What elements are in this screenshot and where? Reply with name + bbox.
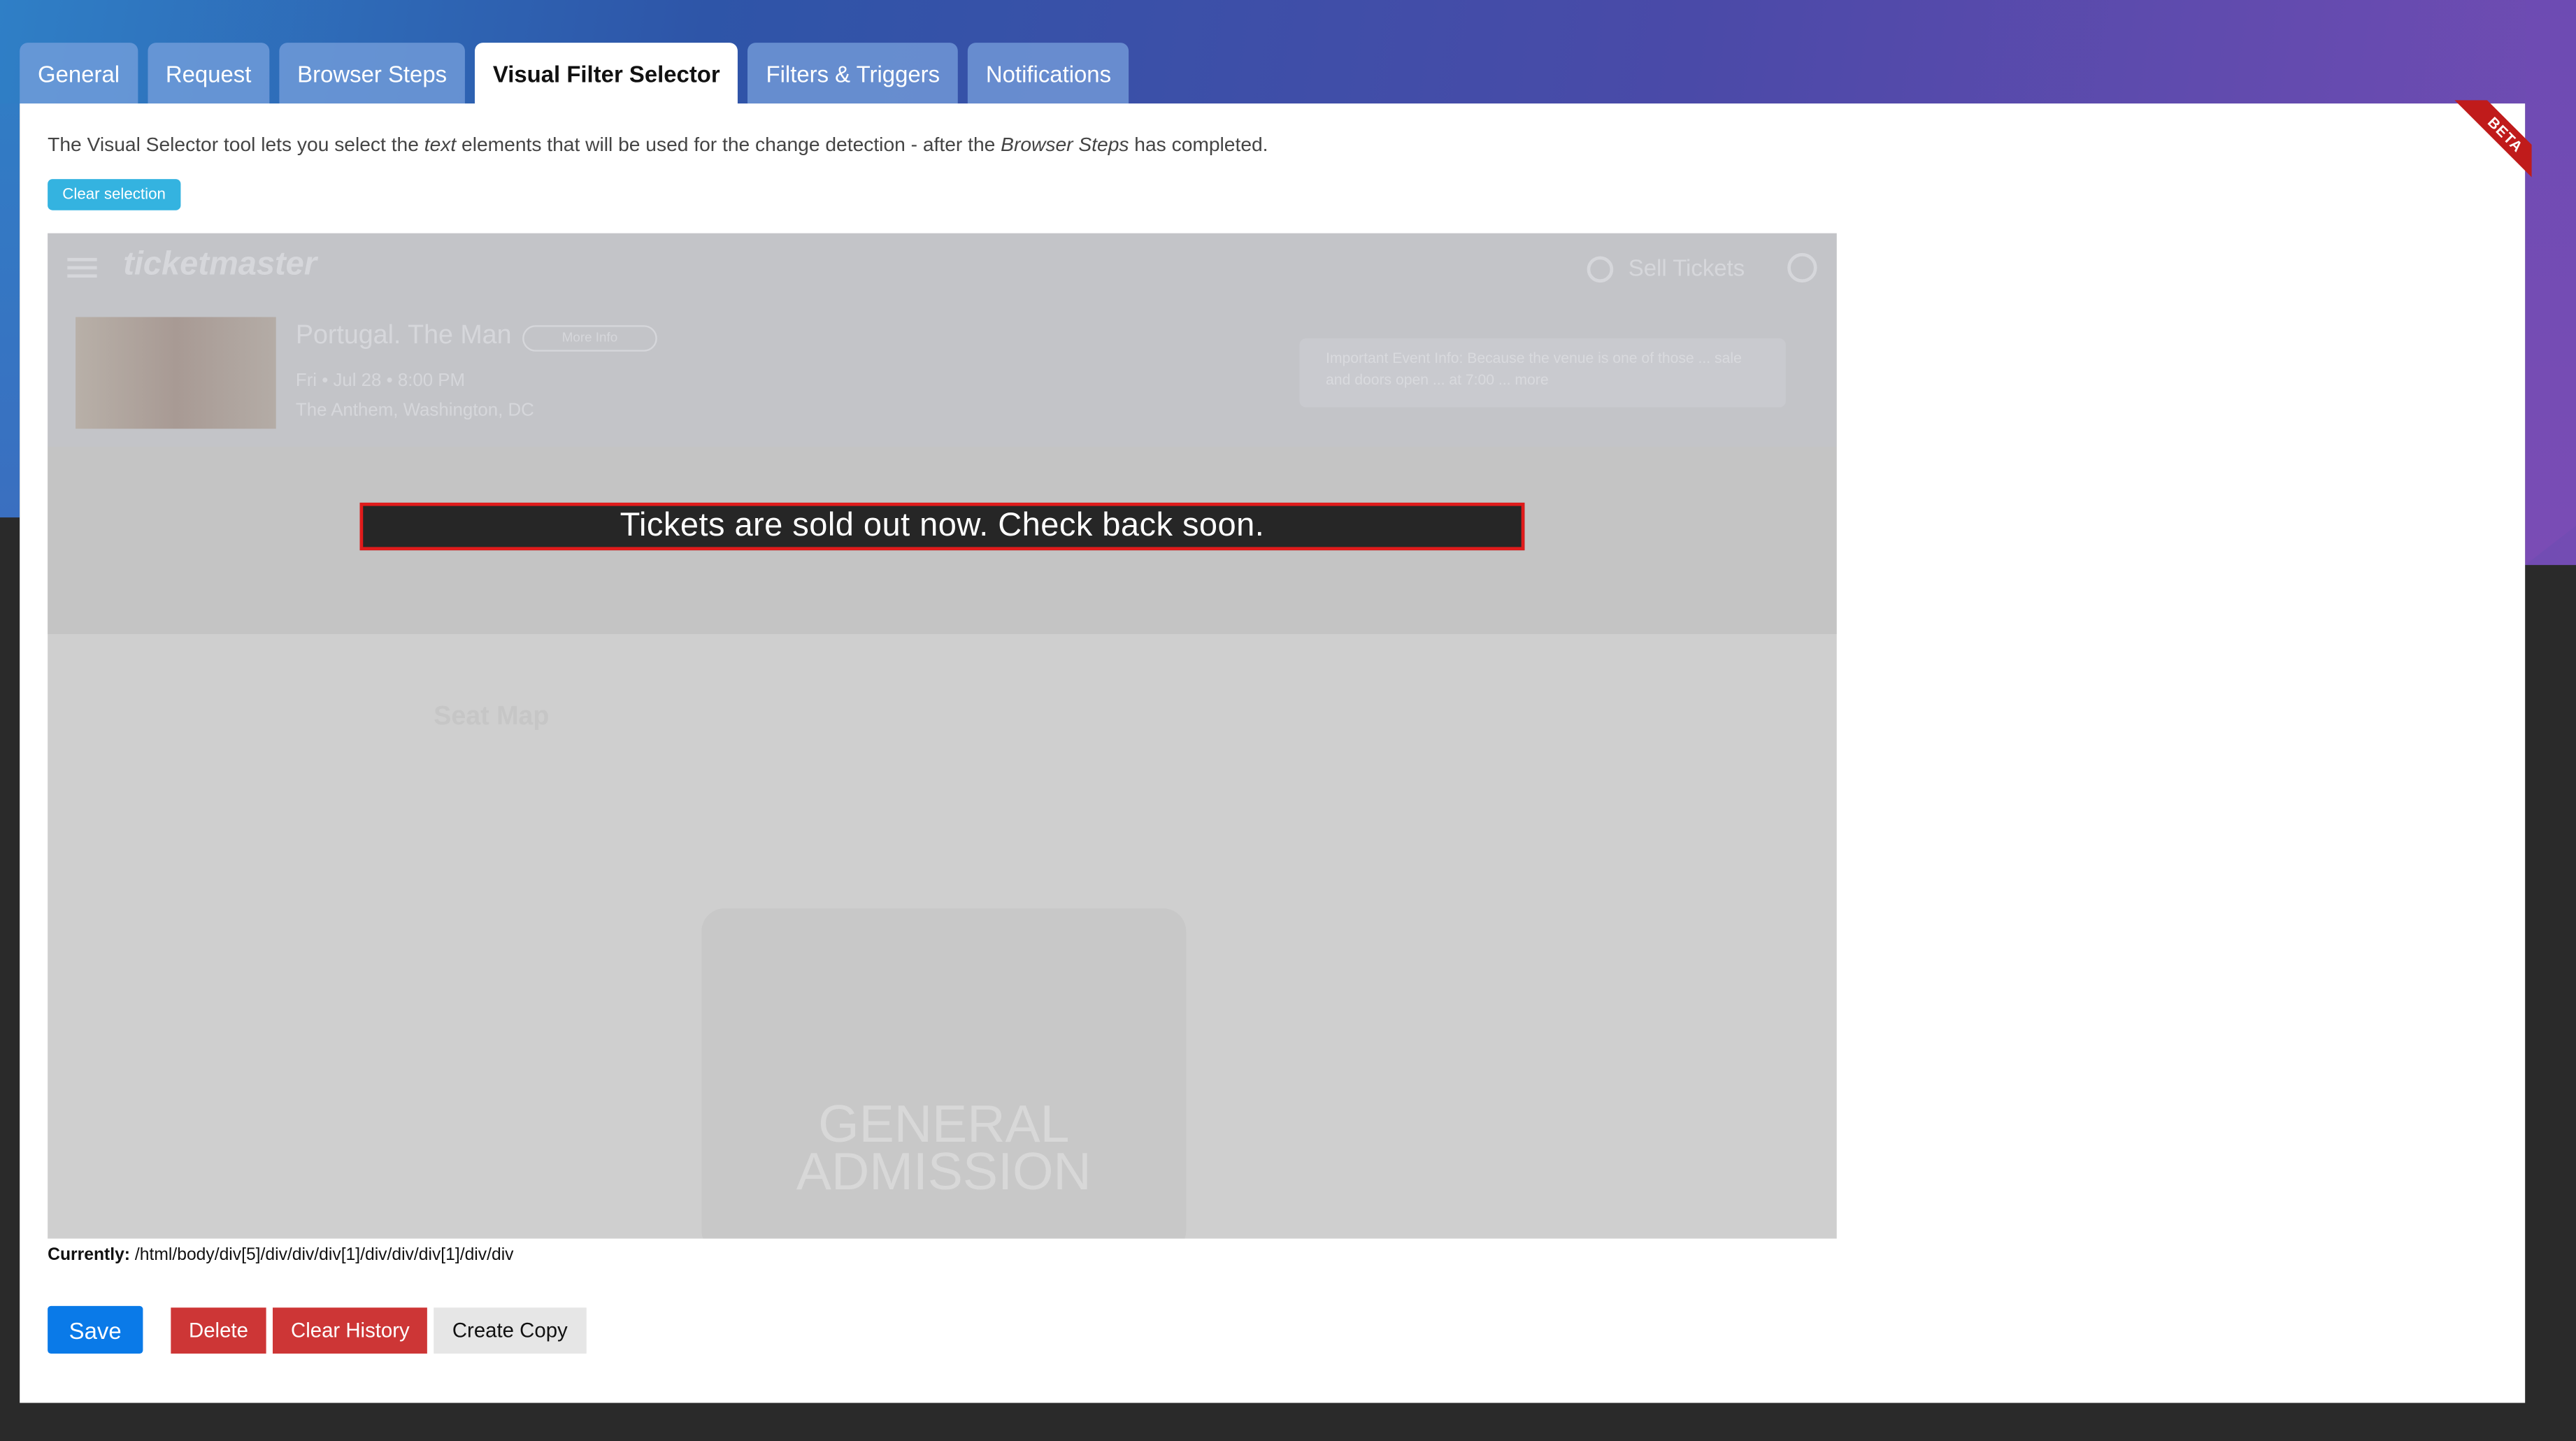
seat-map-heading: Seat Map: [434, 703, 550, 731]
event-title: Portugal. The Man: [295, 322, 512, 350]
ticketmaster-logo: ticketmaster: [123, 246, 317, 283]
preview-header: ticketmaster Sell Tickets Portugal. The …: [48, 233, 1837, 447]
event-date: Fri • Jul 28 • 8:00 PM: [295, 371, 466, 392]
general-admission-label: GENERAL ADMISSION: [796, 1094, 1092, 1201]
event-info-note: Important Event Info: Because the venue …: [1299, 338, 1786, 408]
selected-element-sold-out[interactable]: Tickets are sold out now. Check back soo…: [359, 502, 1525, 551]
sell-tickets-icon: [1587, 256, 1614, 283]
action-buttons: Save Delete Clear History Create Copy: [48, 1305, 586, 1354]
tab-general[interactable]: General: [20, 43, 138, 104]
description-italic-browser-steps: Browser Steps: [1001, 133, 1129, 157]
tab-browser-steps[interactable]: Browser Steps: [279, 43, 465, 104]
save-button[interactable]: Save: [48, 1305, 143, 1354]
tab-filters-triggers[interactable]: Filters & Triggers: [747, 43, 958, 104]
description-part1: The Visual Selector tool lets you select…: [48, 133, 424, 157]
description-part3: has completed.: [1129, 133, 1268, 157]
background-gradient-right: [2525, 0, 2576, 566]
description-text: The Visual Selector tool lets you select…: [48, 133, 1268, 156]
currently-xpath: /html/body/div[5]/div/div/div[1]/div/div…: [130, 1245, 514, 1266]
current-selection-path: Currently: /html/body/div[5]/div/div/div…: [48, 1245, 513, 1265]
currently-label: Currently:: [48, 1245, 131, 1266]
description-part2: elements that will be used for the chang…: [456, 133, 1001, 157]
account-icon: [1787, 252, 1817, 283]
tab-notifications[interactable]: Notifications: [968, 43, 1129, 104]
tab-bar: General Request Browser Steps Visual Fil…: [20, 43, 1129, 106]
event-venue: The Anthem, Washington, DC: [295, 401, 534, 421]
tab-visual-filter-selector[interactable]: Visual Filter Selector: [475, 43, 738, 106]
tab-request[interactable]: Request: [148, 43, 270, 104]
beta-label: BETA: [2450, 100, 2532, 189]
delete-button[interactable]: Delete: [171, 1307, 266, 1353]
description-italic-text: text: [424, 133, 457, 157]
more-info-button: More Info: [522, 325, 657, 352]
event-thumbnail: [76, 317, 276, 429]
clear-history-button[interactable]: Clear History: [273, 1307, 428, 1353]
sell-tickets-link: Sell Tickets: [1628, 254, 1745, 281]
tab-panel: BETA The Visual Selector tool lets you s…: [20, 100, 2532, 1403]
clear-selection-button[interactable]: Clear selection: [48, 179, 181, 210]
beta-ribbon: BETA: [2433, 100, 2532, 199]
visual-selector-preview[interactable]: ticketmaster Sell Tickets Portugal. The …: [48, 233, 1837, 1239]
create-copy-button[interactable]: Create Copy: [434, 1307, 586, 1353]
hamburger-menu-icon: [67, 253, 97, 282]
